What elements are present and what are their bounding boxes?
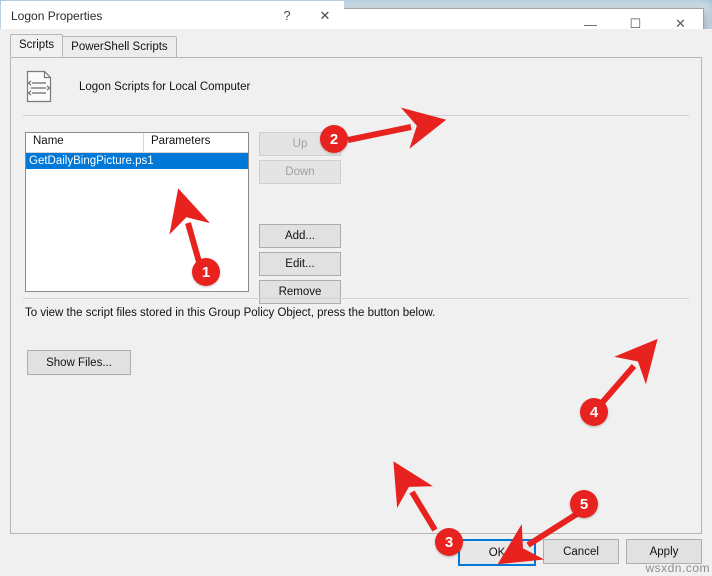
apply-button-label: Apply: [649, 545, 679, 558]
dialog-title: Logon Properties: [11, 8, 103, 23]
tab-scripts-label: Scripts: [19, 39, 55, 51]
step-badge-1: 1: [192, 258, 220, 286]
dialog-titlebar[interactable]: Logon Properties ? ✕: [1, 1, 344, 30]
remove-button-label: Remove: [278, 286, 322, 298]
listbox-row-script[interactable]: GetDailyBingPicture.ps1: [26, 153, 248, 169]
close-icon[interactable]: ✕: [306, 1, 344, 30]
cancel-button[interactable]: Cancel: [543, 539, 619, 564]
ok-button-label: OK: [488, 546, 506, 559]
divider-2: [23, 298, 689, 299]
script-document-icon: [26, 70, 52, 103]
dialog-window-controls[interactable]: ? ✕: [268, 1, 344, 30]
step-badge-3: 3: [435, 528, 463, 556]
tab-powershell-scripts-label: PowerShell Scripts: [71, 41, 168, 53]
divider: [23, 115, 689, 116]
show-files-note: To view the script files stored in this …: [25, 307, 436, 319]
tab-powershell-scripts[interactable]: PowerShell Scripts: [62, 36, 177, 57]
site-watermark: wsxdn.com: [645, 561, 710, 575]
remove-button[interactable]: Remove: [259, 280, 341, 304]
tab-scripts[interactable]: Scripts: [10, 34, 64, 57]
dialog-header-row: Logon Scripts for Local Computer: [11, 58, 701, 103]
edit-button[interactable]: Edit...: [259, 252, 341, 276]
add-button-label: Add...: [284, 230, 316, 242]
dialog-header-label: Logon Scripts for Local Computer: [79, 80, 251, 93]
logon-properties-dialog[interactable]: Logon Properties ? ✕ Scripts PowerShell …: [0, 0, 712, 576]
ok-button[interactable]: OK: [458, 539, 536, 566]
help-button[interactable]: ?: [268, 1, 306, 30]
column-header-parameters[interactable]: Parameters: [144, 133, 248, 152]
listbox-header[interactable]: Name Parameters: [26, 133, 248, 153]
dialog-tabstrip[interactable]: Scripts PowerShell Scripts: [10, 34, 702, 57]
up-button-label: Up: [292, 138, 308, 150]
scripts-tab-panel: Logon Scripts for Local Computer Name Pa…: [10, 57, 702, 534]
down-button[interactable]: Down: [259, 160, 341, 184]
add-button[interactable]: Add...: [259, 224, 341, 248]
step-badge-2: 2: [320, 125, 348, 153]
edit-button-label: Edit...: [285, 258, 315, 270]
step-badge-5: 5: [570, 490, 598, 518]
listbox-side-buttons[interactable]: Up Down Add... Edit... Remove: [259, 132, 341, 308]
step-badge-4: 4: [580, 398, 608, 426]
show-files-button[interactable]: Show Files...: [27, 350, 131, 375]
column-header-name[interactable]: Name: [26, 133, 144, 152]
script-name-cell: GetDailyBingPicture.ps1: [29, 155, 154, 167]
down-button-label: Down: [285, 166, 315, 178]
show-files-button-label: Show Files...: [46, 356, 112, 369]
dialog-body: Scripts PowerShell Scripts Logon Scripts…: [0, 29, 712, 576]
cancel-button-label: Cancel: [563, 545, 599, 558]
